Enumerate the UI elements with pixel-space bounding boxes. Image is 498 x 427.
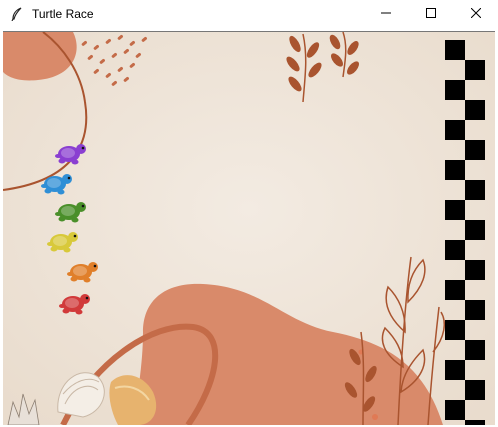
checker-square bbox=[445, 240, 465, 260]
minimize-icon bbox=[380, 5, 391, 23]
window-title: Turtle Race bbox=[32, 7, 94, 21]
turtle-race-window: Turtle Race bbox=[0, 0, 498, 427]
minimize-button[interactable] bbox=[363, 0, 408, 28]
maximize-icon bbox=[425, 5, 436, 23]
window-controls bbox=[363, 0, 498, 28]
checker-square bbox=[445, 40, 465, 60]
title-bar: Turtle Race bbox=[0, 0, 498, 28]
checker-square bbox=[465, 140, 485, 160]
checker-square bbox=[445, 80, 465, 100]
checker-square bbox=[445, 120, 465, 140]
checker-square bbox=[445, 320, 465, 340]
checker-square bbox=[445, 400, 465, 420]
close-icon bbox=[470, 5, 481, 23]
checker-square bbox=[465, 220, 485, 240]
feather-icon bbox=[9, 6, 25, 22]
checker-square bbox=[465, 60, 485, 80]
checker-square bbox=[445, 360, 465, 380]
checker-square bbox=[445, 160, 465, 180]
checker-square bbox=[465, 380, 485, 400]
maximize-button[interactable] bbox=[408, 0, 453, 28]
race-canvas[interactable] bbox=[3, 31, 495, 425]
checker-square bbox=[465, 180, 485, 200]
race-scene bbox=[3, 32, 495, 425]
checker-square bbox=[445, 200, 465, 220]
checker-square bbox=[465, 300, 485, 320]
checker-square bbox=[465, 340, 485, 360]
checker-square bbox=[465, 100, 485, 120]
checker-square bbox=[445, 280, 465, 300]
close-button[interactable] bbox=[453, 0, 498, 28]
checker-square bbox=[465, 420, 485, 425]
checker-square bbox=[465, 260, 485, 280]
